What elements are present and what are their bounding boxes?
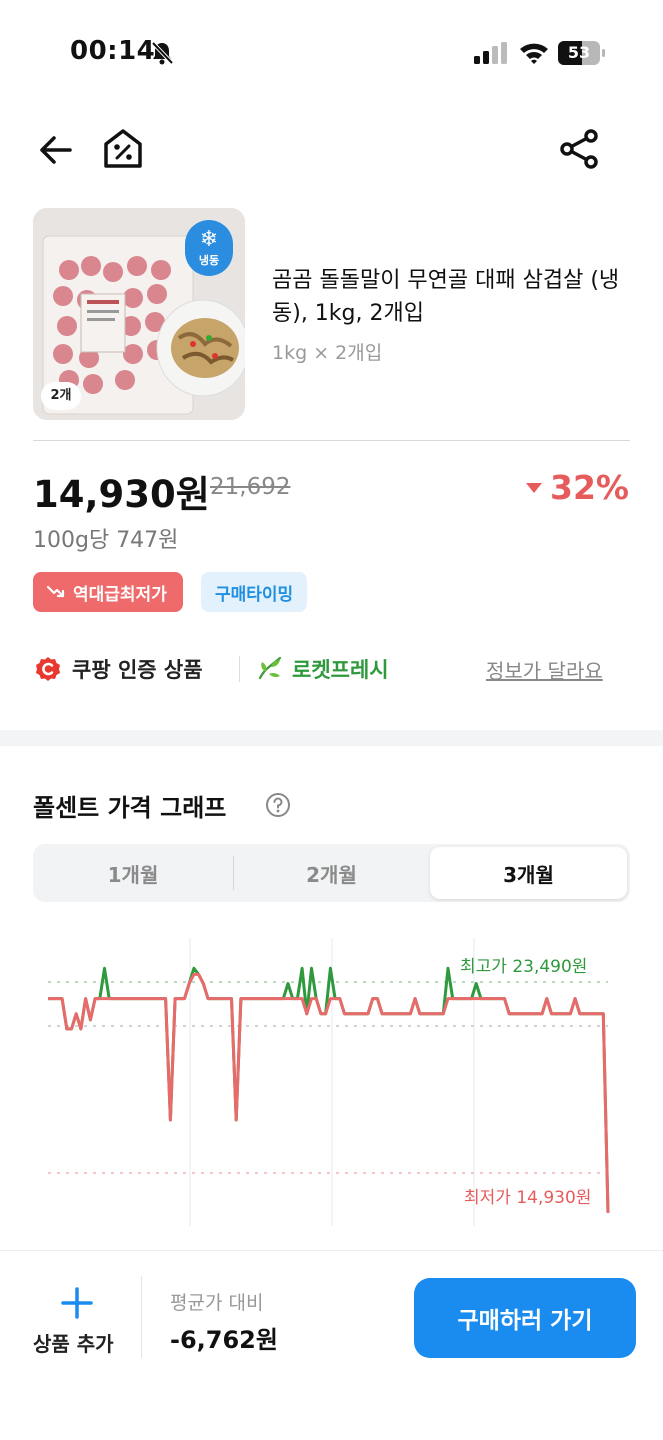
status-bar: 00:14 53: [0, 0, 663, 100]
tab-3-month[interactable]: 3개월: [430, 847, 627, 899]
section-divider: [0, 730, 663, 746]
graph-title: 폴센트 가격 그래프: [33, 794, 227, 822]
tab-2-month[interactable]: 2개월: [233, 844, 430, 902]
tab-1-month[interactable]: 1개월: [33, 844, 233, 902]
discount-rate: 32%: [526, 468, 629, 507]
leaf-icon: [258, 656, 282, 680]
battery-icon: 53: [558, 41, 606, 65]
down-triangle-icon: [526, 482, 542, 493]
buy-button[interactable]: 구매하러 가기: [414, 1278, 636, 1358]
back-arrow-icon[interactable]: [36, 130, 76, 170]
lowest-price-badge: 역대급최저가: [33, 572, 183, 612]
share-icon[interactable]: [556, 126, 602, 172]
bell-slash-icon: [151, 41, 174, 65]
frozen-badge: ❄ 냉동: [185, 220, 233, 276]
lowest-price-badge-label: 역대급최저가: [73, 584, 167, 605]
min-price-label: 최저가 14,930원: [464, 1188, 592, 1208]
period-selector: 1개월 2개월 3개월: [33, 844, 630, 902]
divider: [33, 440, 630, 441]
product-image[interactable]: ❄ 냉동 2개: [33, 208, 245, 420]
coupang-cert-icon: [36, 657, 60, 681]
frozen-badge-label: 냉동: [198, 254, 220, 267]
rocket-fresh-label: 로켓프레시: [292, 658, 389, 682]
discount-value: 32%: [550, 468, 629, 507]
max-price-label: 최고가 23,490원: [460, 957, 588, 977]
add-product-button[interactable]: 상품 추가: [33, 1328, 114, 1357]
signal-icon: [474, 42, 507, 64]
avg-compare-value: -6,762원: [170, 1326, 278, 1354]
original-price: 21,692: [210, 474, 291, 500]
price-line-red: [48, 972, 610, 1214]
unit-price: 100g당 747원: [33, 528, 179, 553]
plus-icon[interactable]: [58, 1284, 96, 1322]
count-badge: 2개: [41, 382, 81, 410]
avg-compare-label: 평균가 대비: [170, 1292, 264, 1314]
trend-down-icon: [47, 585, 65, 598]
deal-home-icon[interactable]: [100, 126, 146, 172]
snowflake-icon: ❄: [199, 227, 219, 252]
current-price: 14,930원: [33, 473, 210, 516]
separator: [239, 656, 240, 682]
info-report-link[interactable]: 정보가 달라요: [486, 655, 603, 684]
separator: [141, 1276, 142, 1358]
cert-label: 쿠팡 인증 상품: [72, 658, 203, 682]
wifi-icon: [520, 43, 548, 64]
help-icon[interactable]: [265, 792, 291, 818]
battery-level: 53: [567, 43, 591, 62]
status-time: 00:14: [70, 36, 156, 66]
product-option: 1kg × 2개입: [272, 342, 383, 364]
product-name: 곰곰 돌돌말이 무연골 대패 삼겹살 (냉동), 1kg, 2개입: [272, 268, 620, 326]
buy-timing-badge: 구매타이밍: [201, 572, 308, 612]
